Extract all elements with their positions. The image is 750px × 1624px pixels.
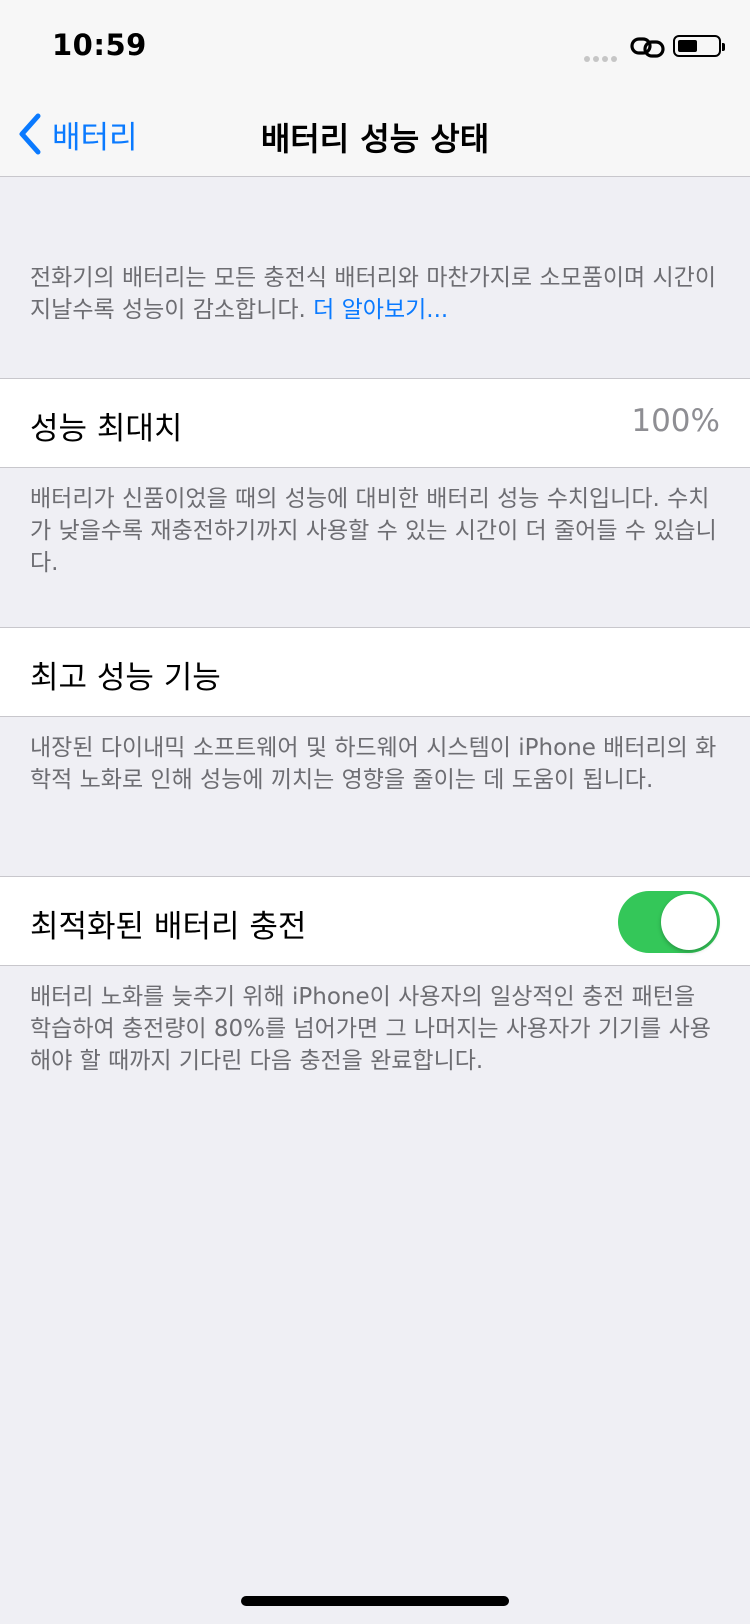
max-capacity-value: 100%: [631, 403, 720, 439]
optimized-charging-label: 최적화된 배터리 충전: [30, 909, 307, 945]
optimized-charging-toggle[interactable]: [618, 891, 720, 953]
home-indicator[interactable]: [241, 1596, 509, 1606]
optimized-charging-footer: 배터리 노화를 늦추기 위해 iPhone이 사용자의 일상적인 충전 패턴을 …: [30, 984, 711, 1074]
signal-dots-icon: [584, 47, 620, 66]
max-capacity-footer: 배터리가 신품이었을 때의 성능에 대비한 배터리 성능 수치입니다. 수치가 …: [30, 486, 717, 576]
page-title: 배터리 성능 상태: [260, 120, 490, 158]
toggle-knob: [661, 894, 717, 950]
max-capacity-label: 성능 최대치: [30, 411, 183, 447]
link-icon: [630, 37, 665, 58]
peak-performance-footer: 내장된 다이내믹 소프트웨어 및 하드웨어 시스템이 iPhone 배터리의 화…: [30, 735, 717, 793]
peak-performance-label: 최고 성능 기능: [30, 660, 221, 696]
intro-text: 전화기의 배터리는 모든 충전식 배터리와 마찬가지로 소모품이며 시간이 지날…: [30, 262, 720, 326]
max-capacity-cell: 성능 최대치 100%: [0, 378, 750, 468]
status-time: 10:59: [52, 28, 147, 62]
battery-icon: [673, 35, 725, 57]
peak-performance-cell: 최고 성능 기능: [0, 627, 750, 717]
learn-more-link[interactable]: 더 알아보기...: [313, 297, 448, 323]
navigation-bar: 배터리 배터리 성능 상태: [0, 92, 750, 177]
optimized-charging-cell: 최적화된 배터리 충전: [0, 876, 750, 966]
status-bar: 10:59: [0, 0, 750, 92]
